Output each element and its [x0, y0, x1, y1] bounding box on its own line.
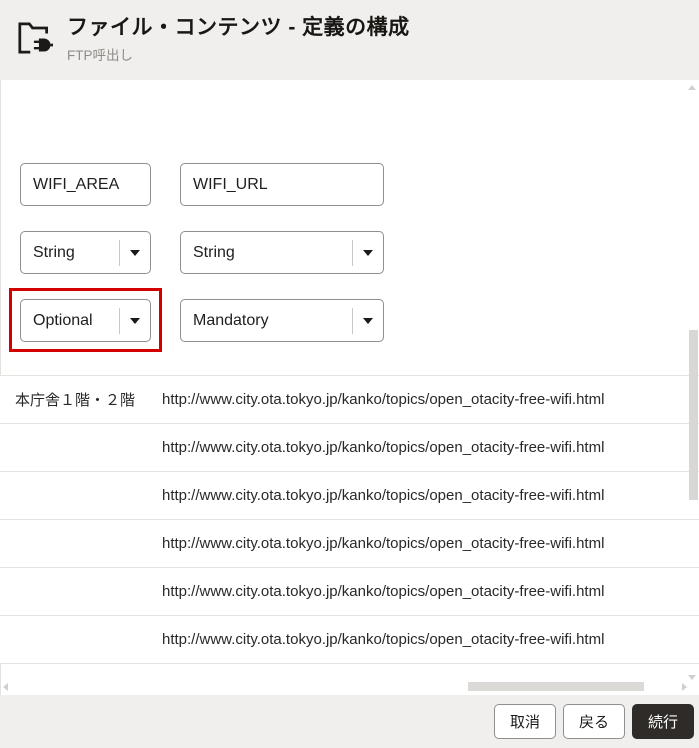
vertical-scrollbar-thumb[interactable] [689, 330, 698, 500]
table-row: http://www.city.ota.tokyo.jp/kanko/topic… [0, 471, 699, 519]
requirement-value-2: Mandatory [193, 311, 269, 329]
requirement-dropdown-mandatory[interactable]: Mandatory [180, 299, 384, 342]
chevron-down-icon[interactable] [353, 249, 383, 256]
table-row: 本庁舎１階・２階 http://www.city.ota.tokyo.jp/ka… [0, 375, 699, 423]
file-contents-definition-dialog: ファイル・コンテンツ - 定義の構成 FTP呼出し String String … [0, 0, 699, 748]
scroll-right-icon[interactable] [682, 683, 687, 691]
chevron-down-icon[interactable] [120, 317, 150, 324]
cancel-button[interactable]: 取消 [494, 704, 556, 739]
data-type-value-2: String [193, 243, 235, 261]
url-cell: http://www.city.ota.tokyo.jp/kanko/topic… [162, 439, 605, 456]
table-row: http://www.city.ota.tokyo.jp/kanko/topic… [0, 567, 699, 615]
scroll-down-icon[interactable] [688, 675, 696, 680]
page-subtitle: FTP呼出し [67, 48, 133, 63]
scroll-left-icon[interactable] [3, 683, 8, 691]
url-cell: http://www.city.ota.tokyo.jp/kanko/topic… [162, 583, 605, 600]
url-cell: http://www.city.ota.tokyo.jp/kanko/topic… [162, 631, 605, 648]
chevron-down-icon[interactable] [120, 249, 150, 256]
folder-plug-icon [18, 22, 53, 54]
requirement-dropdown-optional[interactable]: Optional [20, 299, 151, 342]
back-button[interactable]: 戻る [563, 704, 625, 739]
table-row: http://www.city.ota.tokyo.jp/kanko/topic… [0, 423, 699, 471]
dialog-footer: 取消 戻る 続行 [0, 695, 699, 748]
table-row: http://www.city.ota.tokyo.jp/kanko/topic… [0, 615, 699, 663]
data-type-dropdown-2[interactable]: String [180, 231, 384, 274]
scroll-up-icon[interactable] [688, 85, 696, 90]
url-cell: http://www.city.ota.tokyo.jp/kanko/topic… [162, 535, 605, 552]
area-cell: 本庁舎１階・２階 [15, 392, 136, 409]
requirement-value-1: Optional [33, 311, 93, 329]
table-row: http://www.city.ota.tokyo.jp/kanko/topic… [0, 519, 699, 567]
page-title: ファイル・コンテンツ - 定義の構成 [67, 16, 410, 39]
data-type-value-1: String [33, 243, 75, 261]
chevron-down-icon[interactable] [353, 317, 383, 324]
element-name-input-wifi-area[interactable] [20, 163, 151, 206]
element-name-input-wifi-url[interactable] [180, 163, 384, 206]
data-type-dropdown-1[interactable]: String [20, 231, 151, 274]
url-cell: http://www.city.ota.tokyo.jp/kanko/topic… [162, 391, 605, 408]
horizontal-scrollbar-thumb[interactable] [468, 682, 644, 691]
continue-button[interactable]: 続行 [632, 704, 694, 739]
data-preview-table: 本庁舎１階・２階 http://www.city.ota.tokyo.jp/ka… [0, 375, 699, 664]
url-cell: http://www.city.ota.tokyo.jp/kanko/topic… [162, 487, 605, 504]
dialog-header: ファイル・コンテンツ - 定義の構成 FTP呼出し [0, 0, 699, 80]
header-text: ファイル・コンテンツ - 定義の構成 FTP呼出し [67, 15, 410, 64]
